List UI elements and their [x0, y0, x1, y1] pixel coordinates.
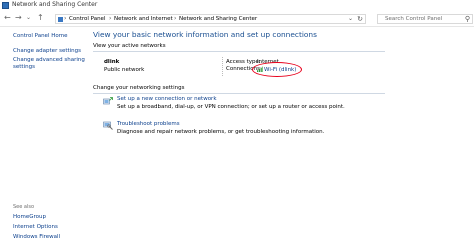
see-also-windows-firewall[interactable]: Windows Firewall	[13, 234, 60, 241]
back-arrow-icon[interactable]: ←	[4, 14, 11, 22]
troubleshoot-icon	[103, 121, 113, 130]
connection-highlight-circle	[252, 62, 302, 77]
see-also-internet-options[interactable]: Internet Options	[13, 224, 58, 231]
section-divider	[93, 93, 385, 94]
troubleshoot-problems-link[interactable]: Troubleshoot problems	[117, 121, 180, 127]
page-title: View your basic network information and …	[93, 30, 317, 39]
nav-change-adapter-settings[interactable]: Change adapter settings	[13, 48, 81, 55]
nav-change-advanced-sharing-settings[interactable]: settings	[13, 64, 35, 71]
breadcrumb-separator-icon[interactable]: ›	[64, 15, 66, 22]
setup-new-connection-desc: Set up a broadband, dial-up, or VPN conn…	[117, 104, 345, 110]
refresh-icon[interactable]: ↻	[357, 15, 363, 23]
address-dropdown-icon[interactable]: ⌄	[348, 15, 353, 22]
troubleshoot-problems-desc: Diagnose and repair network problems, or…	[117, 129, 325, 135]
see-also-heading: See also	[13, 204, 35, 210]
control-panel-icon	[58, 17, 63, 22]
setup-new-connection-link[interactable]: Set up a new connection or network	[117, 96, 217, 102]
active-networks-heading: View your active networks	[93, 43, 166, 49]
left-nav: Control Panel Home Change adapter settin…	[0, 27, 85, 249]
breadcrumb-separator-icon[interactable]: ›	[174, 15, 176, 22]
forward-arrow-icon[interactable]: →	[15, 14, 22, 22]
network-name: dlink	[104, 59, 120, 65]
up-arrow-icon[interactable]: ↑	[37, 14, 44, 22]
network-details-divider	[222, 57, 224, 76]
breadcrumb-separator-icon[interactable]: ›	[109, 15, 111, 22]
network-type: Public network	[104, 67, 145, 73]
new-connection-icon	[103, 97, 113, 105]
main-content: View your basic network information and …	[82, 27, 474, 249]
recent-locations-icon[interactable]: ⌄	[26, 14, 31, 22]
search-icon[interactable]: ⚲	[465, 15, 470, 23]
title-bar: Network and Sharing Center	[0, 0, 474, 12]
nav-control-panel-home[interactable]: Control Panel Home	[13, 33, 67, 40]
nav-change-advanced-sharing[interactable]: Change advanced sharing	[13, 57, 85, 64]
see-also-homegroup[interactable]: HomeGroup	[13, 214, 46, 221]
address-bar: ← → ⌄ ↑ › Control Panel › Network and In…	[0, 12, 474, 27]
change-settings-heading: Change your networking settings	[93, 85, 185, 91]
section-divider	[93, 51, 385, 52]
address-box[interactable]: › Control Panel › Network and Internet ›…	[55, 14, 366, 24]
network-center-icon	[2, 2, 9, 9]
search-input[interactable]: Search Control Panel ⚲	[377, 14, 473, 24]
breadcrumb-network-internet[interactable]: Network and Internet	[114, 16, 173, 22]
window-title: Network and Sharing Center	[12, 1, 98, 8]
access-type-label: Access type:	[226, 59, 261, 65]
breadcrumb-network-sharing[interactable]: Network and Sharing Center	[179, 16, 257, 22]
breadcrumb-control-panel[interactable]: Control Panel	[69, 16, 105, 22]
search-placeholder: Search Control Panel	[385, 16, 443, 22]
